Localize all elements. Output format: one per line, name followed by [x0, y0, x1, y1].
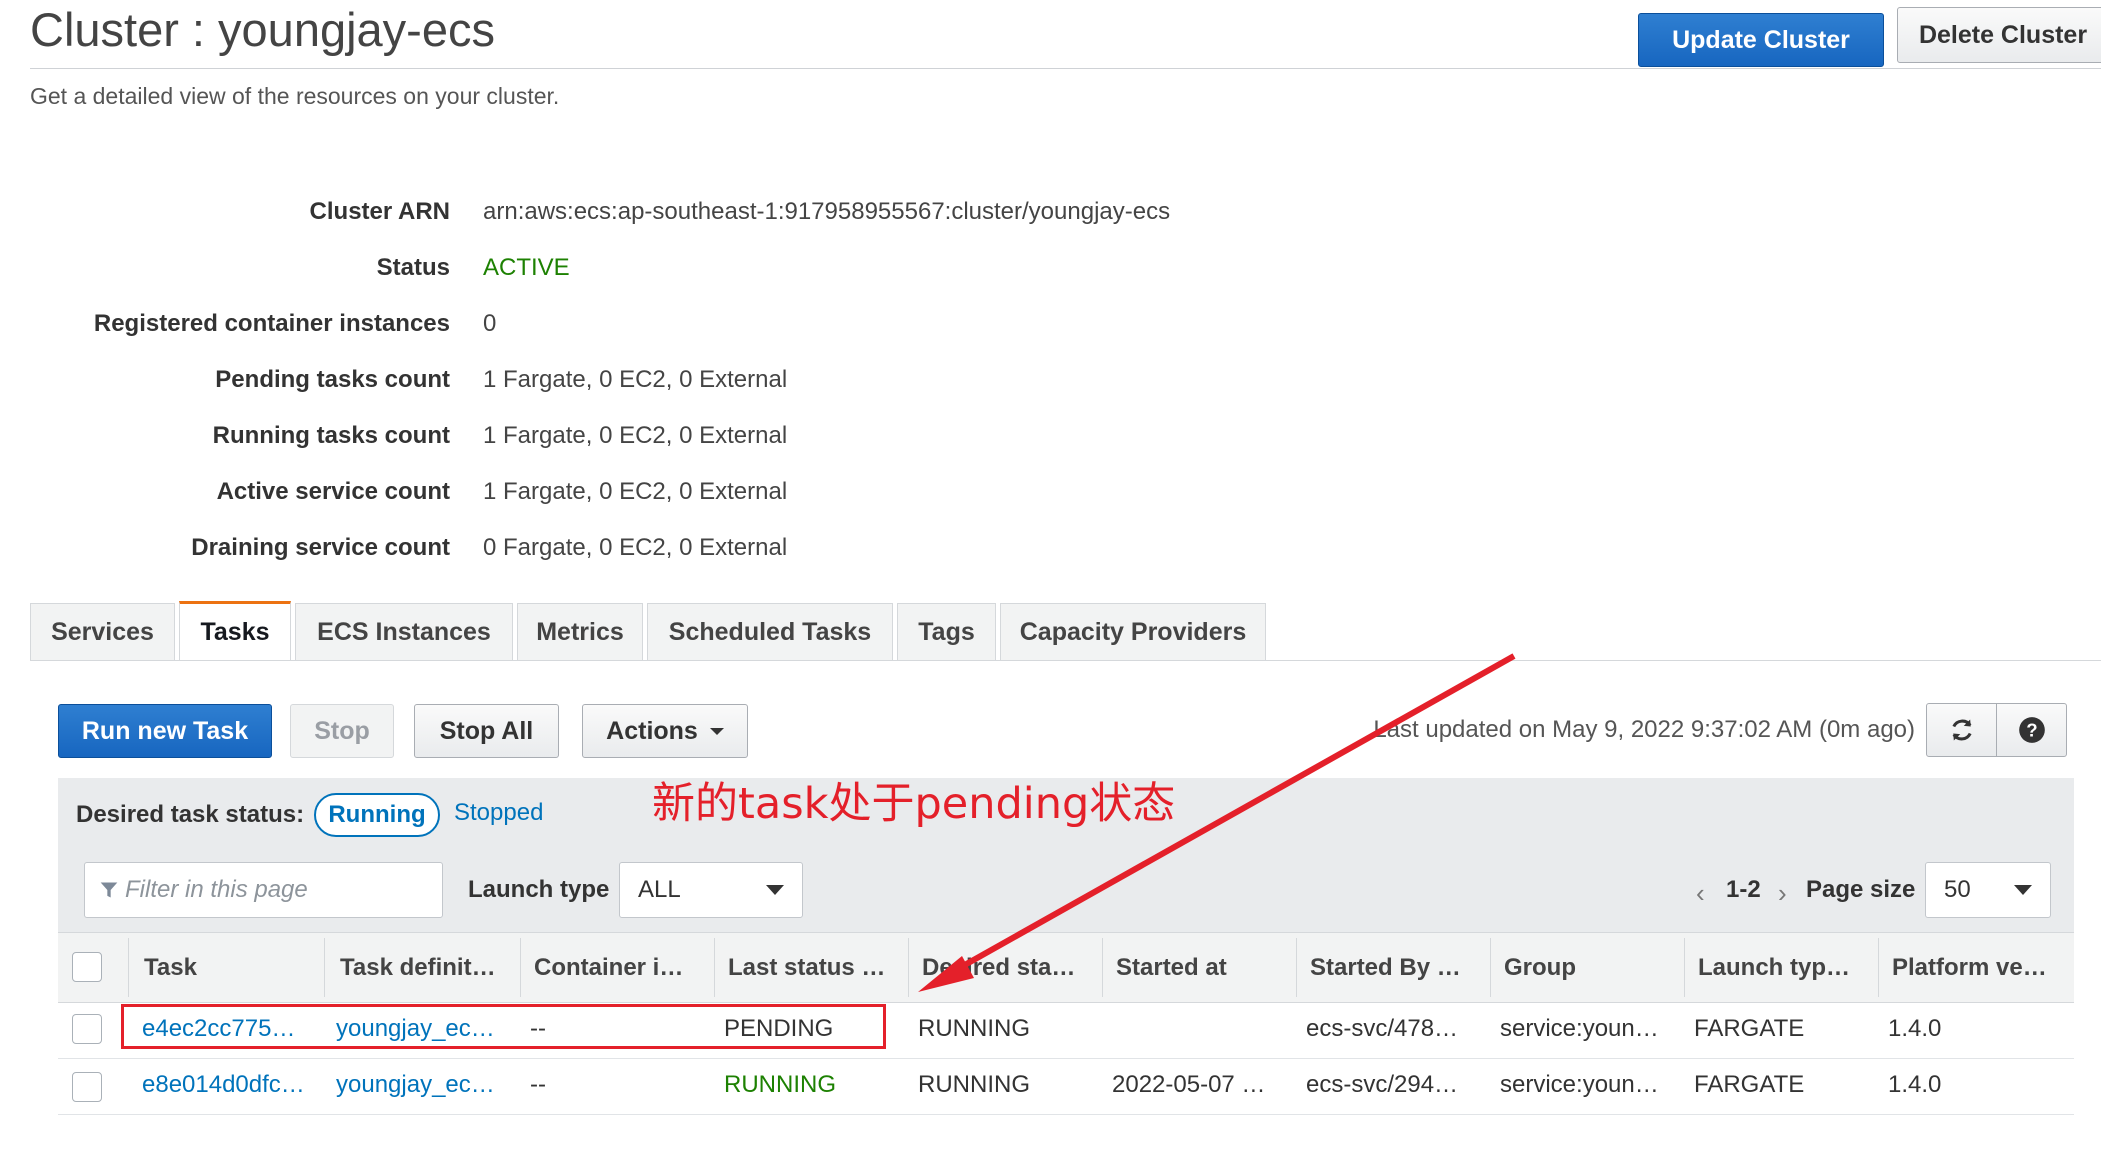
annotation-arrow-icon	[918, 653, 1516, 992]
